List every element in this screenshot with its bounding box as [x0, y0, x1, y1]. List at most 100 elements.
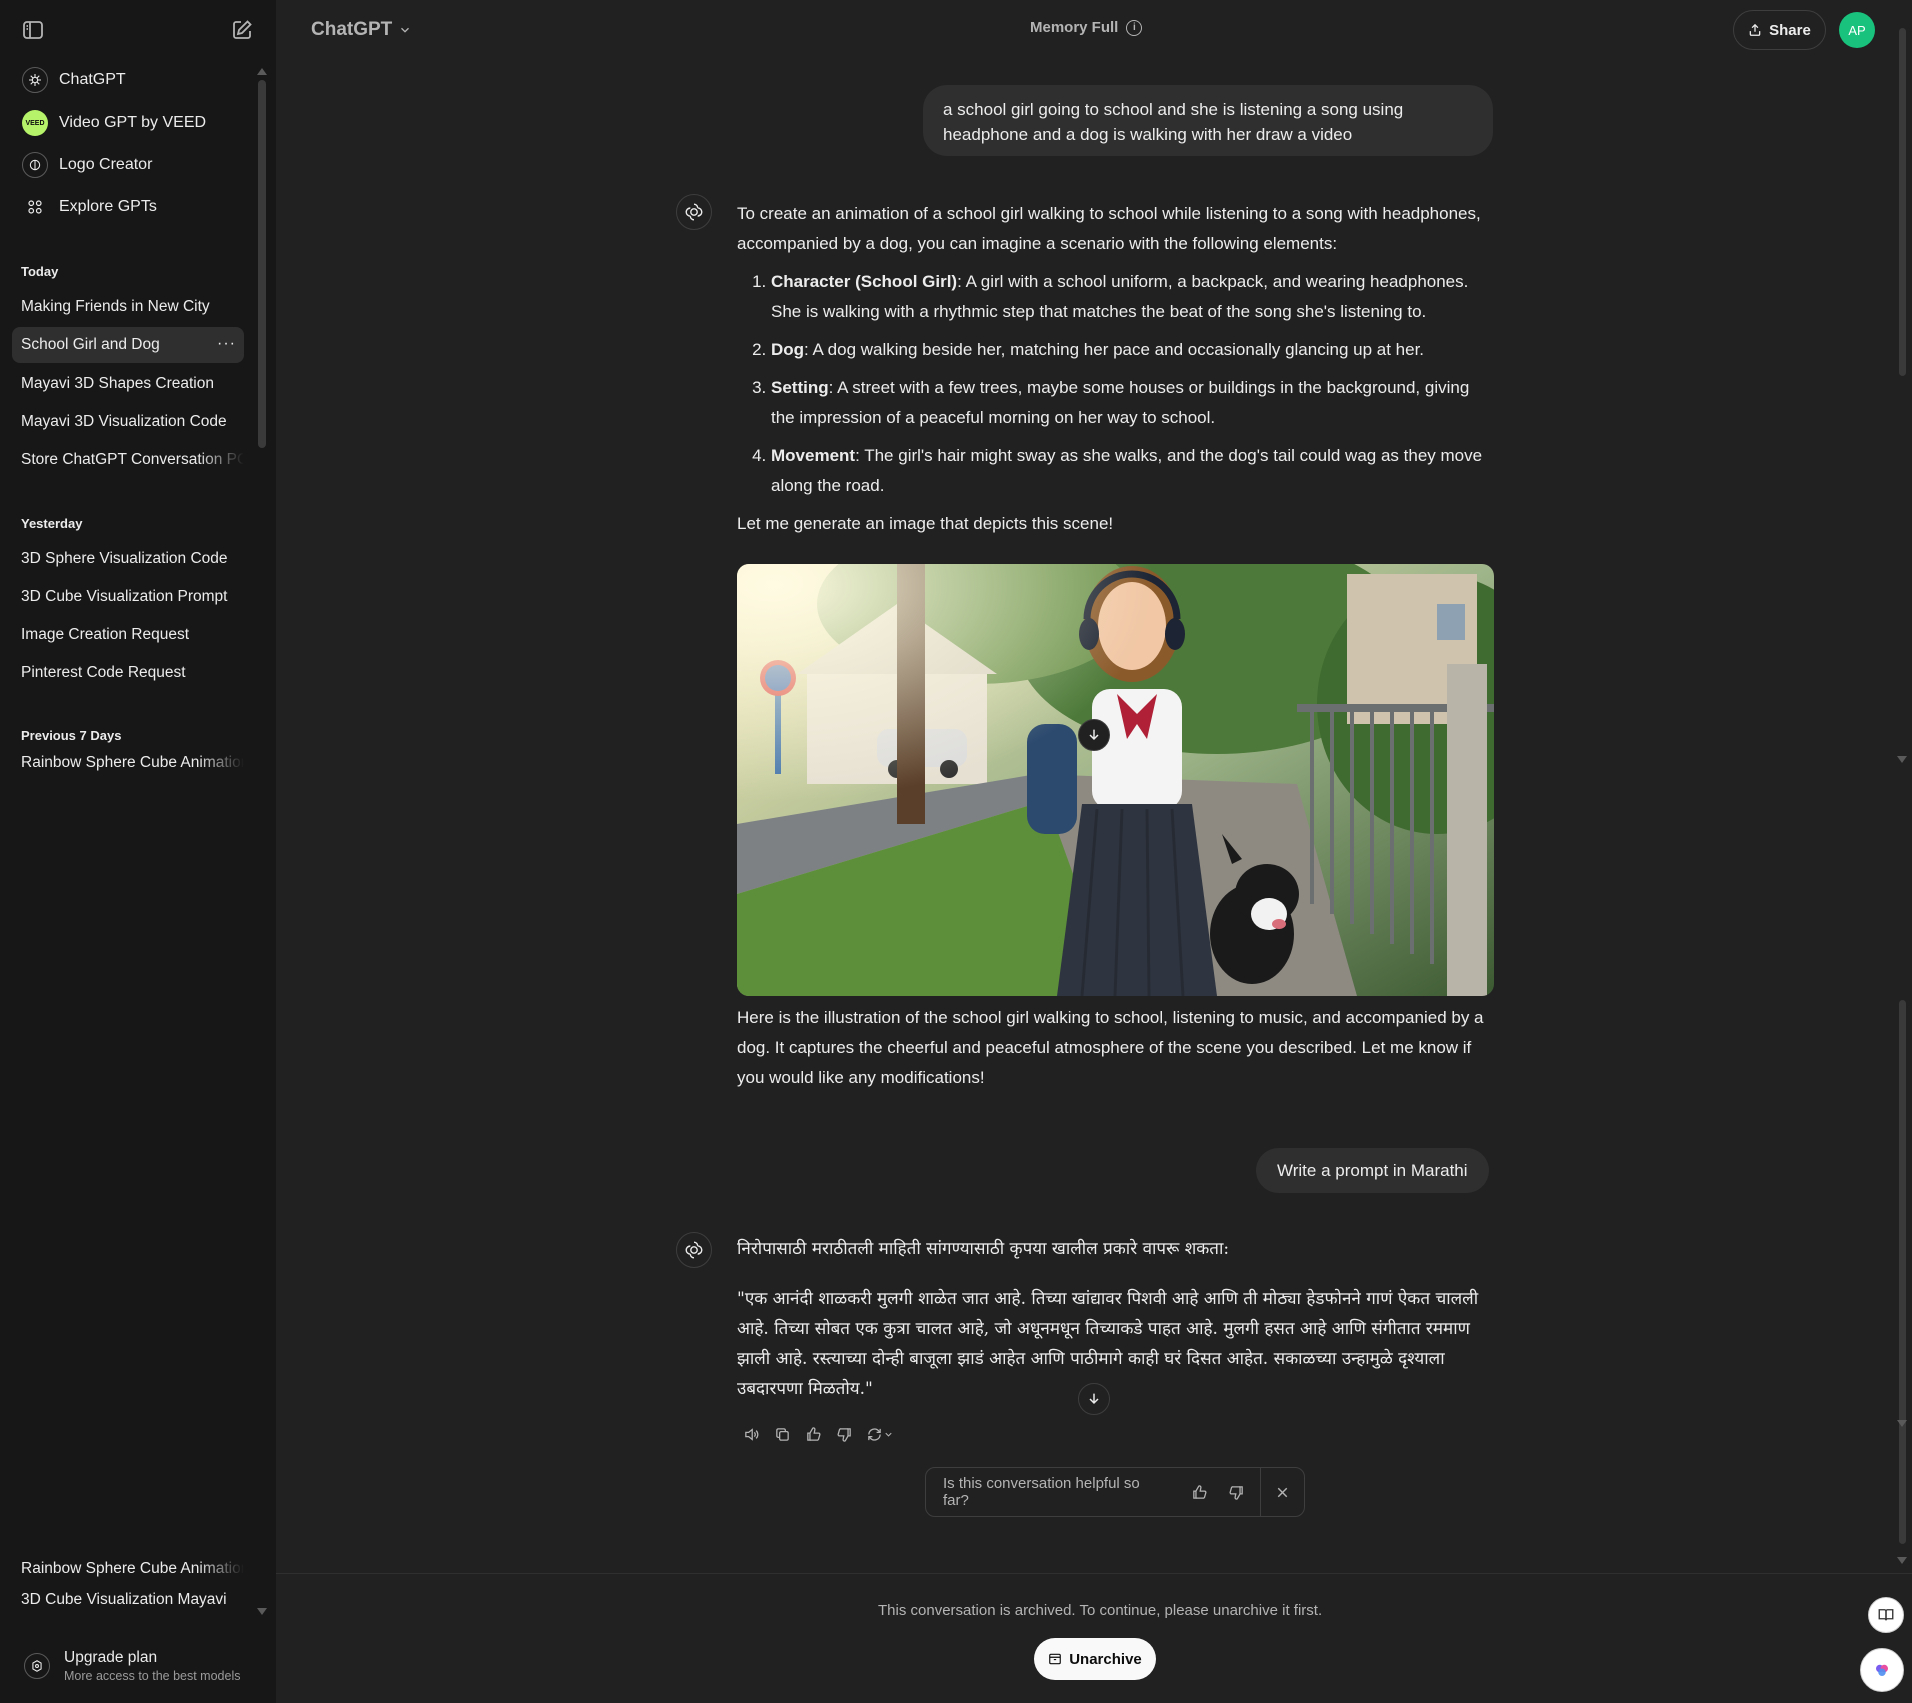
- chatgpt-logo-icon: [22, 67, 48, 93]
- assistant-message-marathi: निरोपासाठी मराठीतली माहिती सांगण्यासाठी …: [737, 1234, 1497, 1404]
- unarchive-label: Unarchive: [1069, 1650, 1142, 1668]
- model-name: ChatGPT: [311, 19, 393, 40]
- sidebar-chat-item[interactable]: 3D Cube Visualization Mayavi: [12, 1582, 244, 1618]
- list-item: Movement: The girl's hair might sway as …: [771, 441, 1497, 501]
- sidebar-chat-item[interactable]: Rainbow Sphere Cube Animation: [12, 1560, 244, 1578]
- sidebar-scroll-area[interactable]: ChatGPT VEED Video GPT by VEED Logo Crea…: [0, 60, 276, 772]
- marathi-quote: "एक आनंदी शाळकरी मुलगी शाळेत जात आहे. ति…: [737, 1289, 1479, 1399]
- assistant-outro: Let me generate an image that depicts th…: [737, 514, 1114, 533]
- thumbs-up-icon[interactable]: [798, 1419, 829, 1449]
- scroll-down-arrow[interactable]: [1897, 756, 1907, 763]
- assistant-after-image-text: Here is the illustration of the school g…: [737, 1008, 1484, 1087]
- sidebar-chat-item[interactable]: Image Creation Request: [12, 617, 244, 653]
- sidebar-scrollbar[interactable]: [258, 80, 266, 448]
- sidebar-chat-item[interactable]: Store ChatGPT Conversation PC: [12, 442, 244, 478]
- sidebar-scroll-up-arrow[interactable]: [257, 68, 267, 75]
- list-item: Character (School Girl): A girl with a s…: [771, 267, 1497, 327]
- sidebar-chat-item[interactable]: Mayavi 3D Visualization Code: [12, 404, 244, 440]
- upgrade-title: Upgrade plan: [64, 1649, 158, 1666]
- assistant-message-after-image: Here is the illustration of the school g…: [737, 1003, 1497, 1093]
- sidebar-gpt-label: Explore GPTs: [59, 198, 157, 215]
- list-item-term: Character (School Girl): [771, 272, 958, 291]
- sidebar-gpt-chatgpt[interactable]: ChatGPT: [12, 60, 244, 100]
- sidebar-gpt-veed[interactable]: VEED Video GPT by VEED: [12, 103, 244, 143]
- top-header: ChatGPT Memory Full i Share AP: [276, 0, 1912, 60]
- list-item-text: : The girl's hair might sway as she walk…: [771, 446, 1483, 495]
- share-label: Share: [1769, 21, 1811, 39]
- main-scrollbar-thumb-upper[interactable]: [1899, 28, 1906, 376]
- assistant-intro: To create an animation of a school girl …: [737, 204, 1481, 253]
- assistant-avatar-icon: [676, 194, 712, 230]
- download-icon[interactable]: [1078, 719, 1110, 751]
- section-heading-previous-7-days: Previous 7 Days: [21, 728, 122, 743]
- sidebar-gpt-label: Logo Creator: [59, 156, 153, 173]
- regenerate-icon[interactable]: [860, 1419, 900, 1449]
- scroll-down-arrow[interactable]: [1897, 1557, 1907, 1564]
- list-item-term: Dog: [771, 340, 805, 359]
- upgrade-subtitle: More access to the best models: [64, 1669, 241, 1683]
- sidebar-gpt-label: ChatGPT: [59, 71, 126, 88]
- scroll-to-bottom-icon[interactable]: [1078, 1383, 1110, 1415]
- close-icon[interactable]: [1261, 1468, 1304, 1516]
- sidebar-chat-item[interactable]: Rainbow Sphere Cube Animation: [12, 754, 244, 772]
- sidebar: ChatGPT VEED Video GPT by VEED Logo Crea…: [0, 0, 276, 1703]
- chevron-down-icon: [401, 27, 410, 33]
- sidebar-chat-item[interactable]: 3D Sphere Visualization Code: [12, 541, 244, 577]
- memory-label: Memory Full: [1030, 19, 1119, 36]
- message-actions: [736, 1419, 900, 1449]
- user-message: Write a prompt in Marathi: [1256, 1148, 1489, 1193]
- unarchive-button[interactable]: Unarchive: [1034, 1638, 1156, 1680]
- upgrade-plan-button[interactable]: Upgrade plan More access to the best mod…: [12, 1640, 252, 1692]
- list-item-term: Setting: [771, 378, 829, 397]
- feedback-question: Is this conversation helpful so far?: [943, 1475, 1140, 1509]
- sidebar-chat-item-active[interactable]: School Girl and Dog ···: [12, 327, 244, 363]
- sidebar-chat-item[interactable]: Pinterest Code Request: [12, 655, 244, 691]
- elements-list: Character (School Girl): A girl with a s…: [737, 267, 1497, 501]
- assistant-message: To create an animation of a school girl …: [737, 199, 1497, 539]
- archived-footer: This conversation is archived. To contin…: [276, 1573, 1912, 1703]
- sidebar-scroll-down-arrow[interactable]: [257, 1608, 267, 1615]
- sidebar-explore-gpts[interactable]: Explore GPTs: [12, 187, 244, 227]
- toggle-sidebar-icon[interactable]: [16, 13, 50, 47]
- feedback-thumbs-up-icon[interactable]: [1181, 1468, 1218, 1516]
- sidebar-chat-item[interactable]: Mayavi 3D Shapes Creation: [12, 366, 244, 402]
- section-heading-yesterday: Yesterday: [21, 516, 83, 531]
- assistant-avatar-icon: [676, 1232, 712, 1268]
- veed-logo-icon: VEED: [22, 110, 48, 136]
- more-options-icon[interactable]: ···: [217, 335, 236, 353]
- sidebar-gpt-label: Video GPT by VEED: [59, 114, 207, 131]
- archived-notice: This conversation is archived. To contin…: [878, 1602, 1323, 1619]
- sidebar-chat-label: School Girl and Dog: [21, 336, 160, 353]
- copy-icon[interactable]: [767, 1419, 798, 1449]
- feedback-thumbs-down-icon[interactable]: [1218, 1468, 1255, 1516]
- avatar[interactable]: AP: [1839, 12, 1875, 48]
- marathi-intro: निरोपासाठी मराठीतली माहिती सांगण्यासाठी …: [737, 1239, 1230, 1259]
- conversation-feedback-bar: Is this conversation helpful so far?: [925, 1467, 1305, 1517]
- sidebar-gpt-logo-creator[interactable]: Logo Creator: [12, 145, 244, 185]
- list-item-text: : A dog walking beside her, matching her…: [804, 340, 1425, 359]
- main-scrollbar-thumb[interactable]: [1899, 1000, 1906, 1544]
- generated-image[interactable]: [737, 564, 1494, 996]
- user-message: a school girl going to school and she is…: [923, 85, 1493, 156]
- memory-status[interactable]: Memory Full i: [1030, 19, 1143, 36]
- list-item: Dog: A dog walking beside her, matching …: [771, 335, 1497, 365]
- sidebar-chat-item[interactable]: Making Friends in New City: [12, 289, 244, 325]
- list-item-term: Movement: [771, 446, 856, 465]
- brain-extension-icon[interactable]: [1860, 1648, 1904, 1692]
- share-button[interactable]: Share: [1733, 10, 1826, 50]
- section-heading-today: Today: [21, 264, 59, 279]
- share-icon: [1749, 23, 1761, 36]
- model-selector[interactable]: ChatGPT: [301, 14, 422, 46]
- info-icon[interactable]: i: [1126, 19, 1143, 36]
- read-aloud-icon[interactable]: [736, 1419, 767, 1449]
- book-icon[interactable]: [1868, 1597, 1904, 1633]
- sidebar-chat-item[interactable]: 3D Cube Visualization Prompt: [12, 579, 244, 615]
- list-item: Setting: A street with a few trees, mayb…: [771, 373, 1497, 433]
- list-item-text: : A street with a few trees, maybe some …: [771, 378, 1470, 427]
- sidebar-top-bar: [0, 0, 276, 60]
- thumbs-down-icon[interactable]: [829, 1419, 860, 1449]
- upgrade-icon: [24, 1653, 50, 1679]
- archive-box-icon: [1049, 1653, 1062, 1665]
- scroll-down-arrow[interactable]: [1897, 1420, 1907, 1427]
- new-chat-icon[interactable]: [225, 13, 259, 47]
